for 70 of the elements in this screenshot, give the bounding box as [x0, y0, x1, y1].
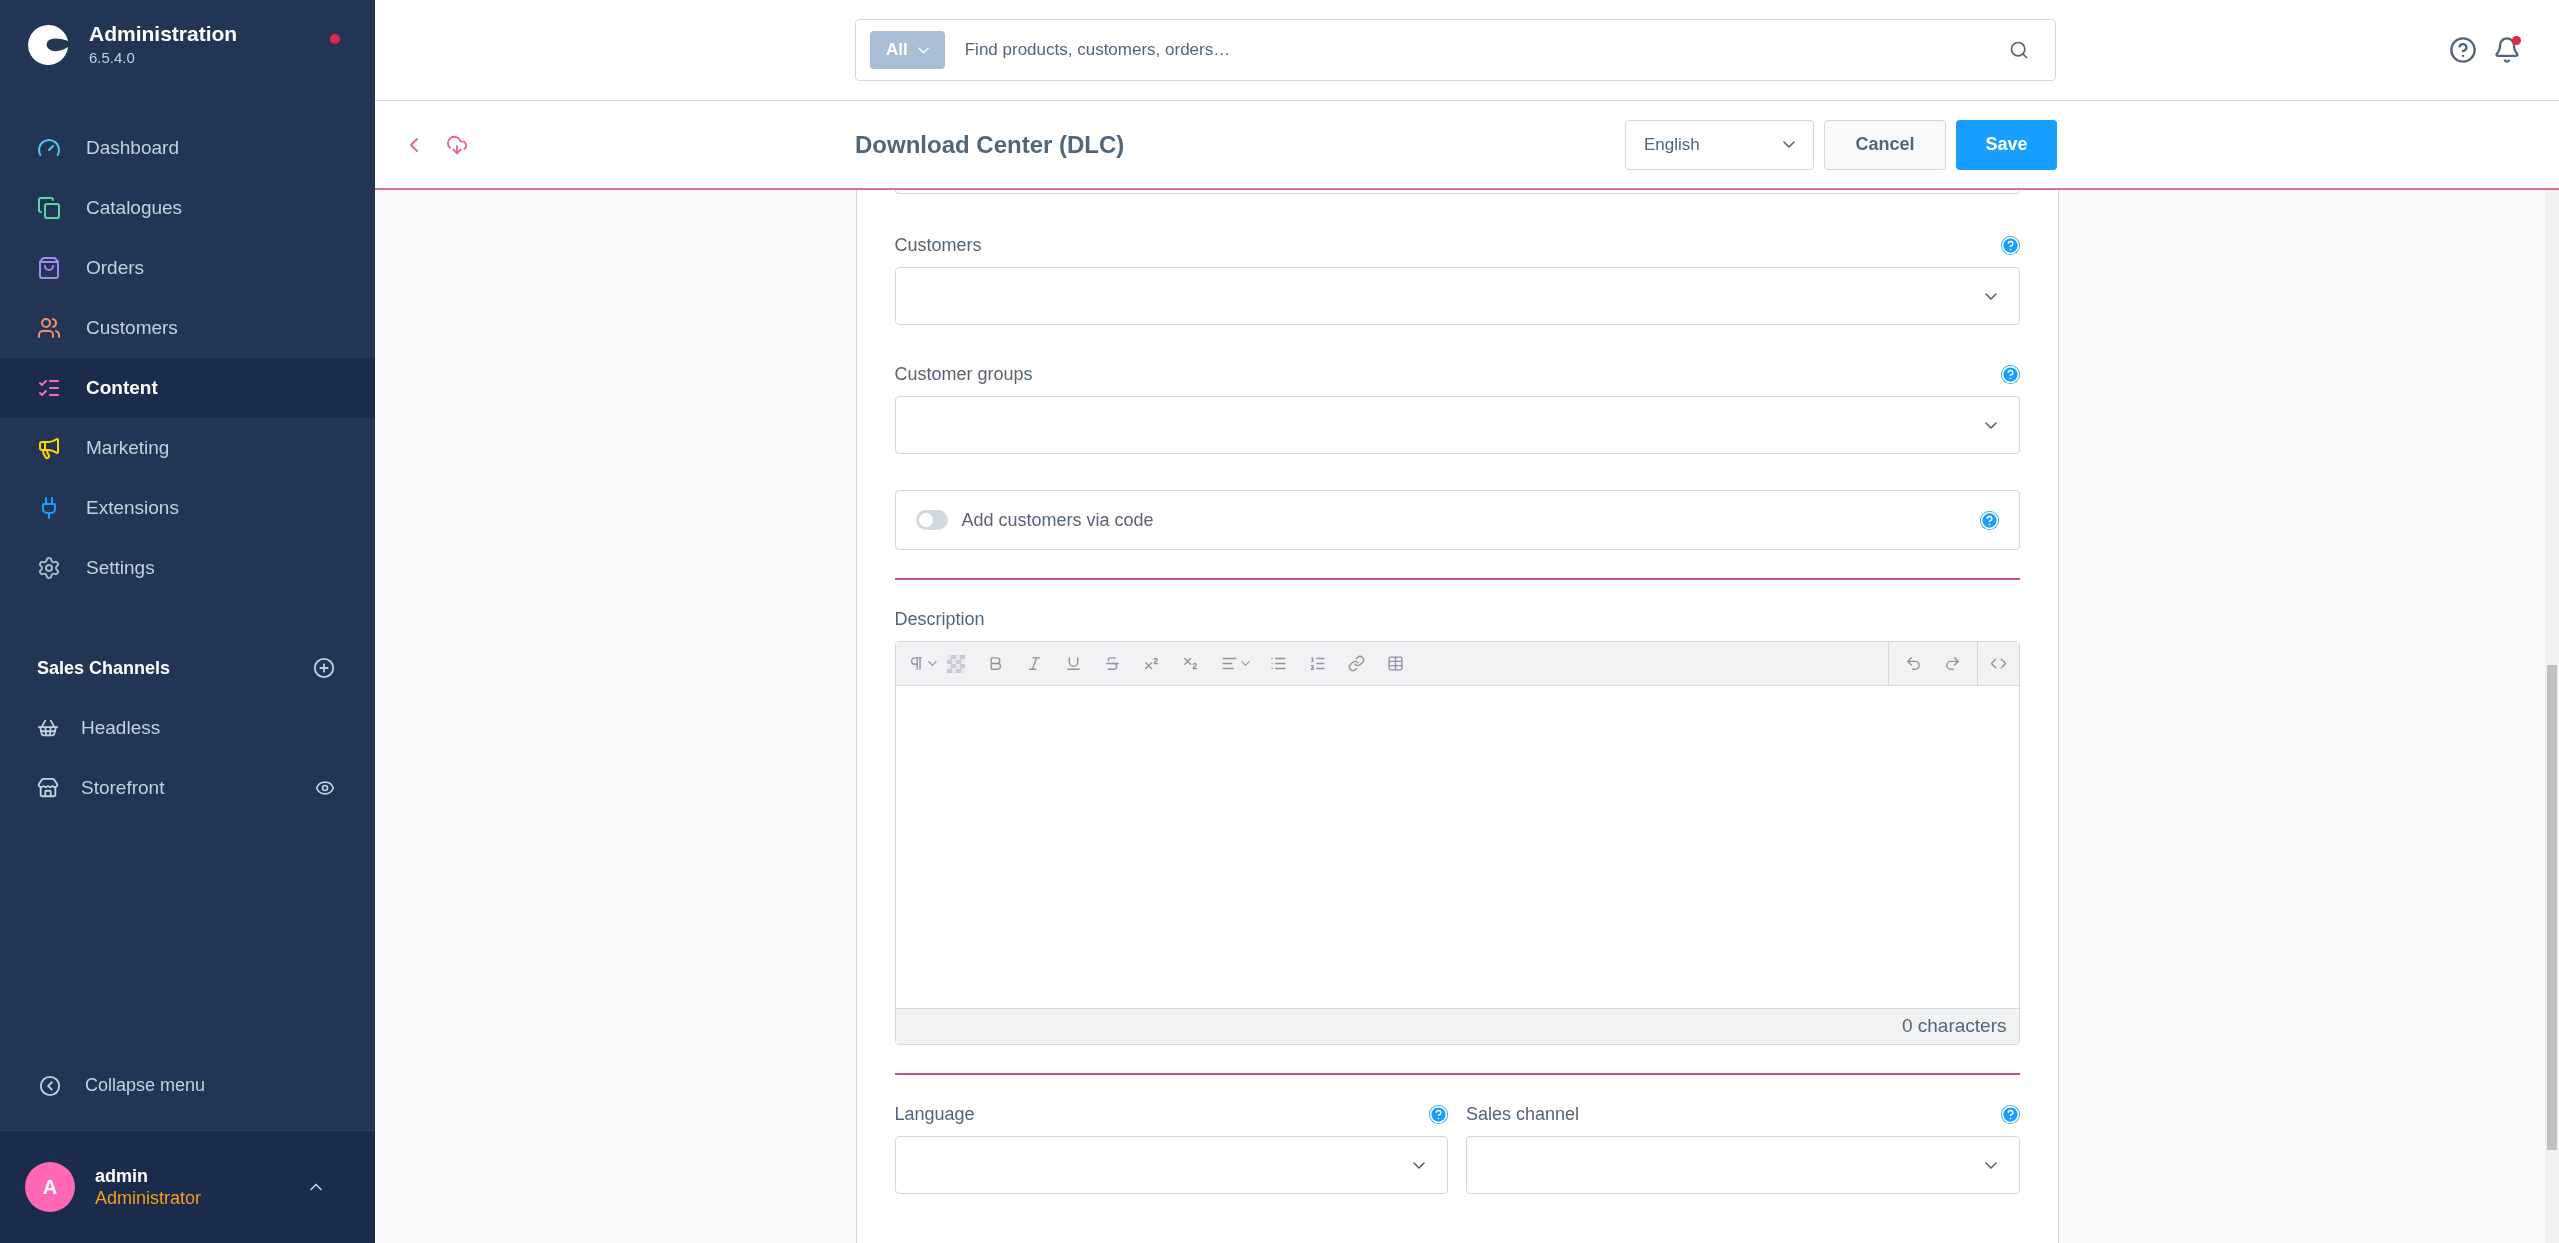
select-field[interactable]: [894, 1136, 1448, 1194]
nav-item[interactable]: Extensions: [0, 478, 375, 538]
bag-icon: [37, 256, 61, 280]
toggle-label: Add customers via code: [961, 508, 1155, 532]
nav-item[interactable]: Customers: [0, 298, 375, 358]
store-icon: [37, 777, 59, 799]
version-text: 6.5.4.0: [89, 47, 136, 68]
cancel-button[interactable]: Cancel: [1824, 119, 1946, 170]
underline-icon[interactable]: [1064, 655, 1082, 672]
field-label: Customers: [894, 234, 982, 257]
cloud-download-icon: [446, 133, 468, 156]
checkerboard-icon[interactable]: [946, 654, 965, 673]
bell-icon[interactable]: [2493, 36, 2521, 64]
text-editor[interactable]: 0 characters: [894, 641, 2020, 1045]
character-count: 0 characters: [1901, 1014, 2007, 1039]
nav-item[interactable]: Catalogues: [0, 178, 375, 238]
chevron-down-icon: [1984, 1161, 1997, 1169]
user-name: admin: [95, 1164, 149, 1187]
chevron-down-icon: [1413, 1161, 1425, 1169]
superscript-icon[interactable]: [1142, 655, 1160, 672]
add-icon[interactable]: [313, 657, 335, 679]
bullet-list-icon[interactable]: [1269, 655, 1287, 672]
section-title: Sales Channels: [37, 656, 171, 680]
users-icon: [37, 316, 61, 340]
user-panel[interactable]: A admin Administrator: [0, 1131, 375, 1243]
sales-channel-item[interactable]: Headless: [0, 698, 375, 758]
redo-icon[interactable]: [1943, 655, 1961, 672]
table-icon[interactable]: [1386, 655, 1404, 672]
undo-icon[interactable]: [1904, 655, 1922, 672]
chevron-down-icon: [917, 46, 929, 54]
scrollbar[interactable]: [2545, 190, 2559, 1243]
nav-item[interactable]: Dashboard: [0, 118, 375, 178]
avatar: A: [25, 1162, 75, 1212]
logo-icon: [27, 24, 69, 66]
settings-icon: [37, 556, 61, 580]
eye-icon[interactable]: [315, 778, 335, 798]
toggle-switch[interactable]: [915, 510, 948, 530]
megaphone-icon: [37, 436, 61, 460]
language-select[interactable]: English: [1625, 119, 1814, 170]
numbered-list-icon[interactable]: [1308, 655, 1326, 672]
page-title: Download Center (DLC): [855, 129, 1126, 160]
field-label: Description: [894, 608, 985, 631]
chevron-left-icon: [39, 1074, 61, 1097]
chevron-down-icon: [1984, 421, 1997, 429]
nav-item[interactable]: Content: [0, 358, 375, 418]
select-field[interactable]: [894, 396, 2020, 454]
sales-channel-item[interactable]: Storefront: [0, 758, 375, 818]
copy-icon: [37, 196, 61, 220]
search-field[interactable]: All Find products, customers, orders…: [855, 19, 2056, 81]
user-role: Administrator: [95, 1187, 203, 1210]
chevron-down-icon: [1783, 141, 1795, 148]
link-icon[interactable]: [1347, 655, 1365, 672]
search-icon[interactable]: [2009, 40, 2029, 60]
nav-item[interactable]: Orders: [0, 238, 375, 298]
select-field[interactable]: [1466, 1136, 2020, 1194]
chevron-down-icon[interactable]: [1240, 661, 1250, 666]
nav-item[interactable]: Marketing: [0, 418, 375, 478]
help-icon[interactable]: [2449, 36, 2477, 64]
align-left-icon[interactable]: [1220, 655, 1238, 672]
field-label: Customer groups: [894, 363, 1033, 386]
strikethrough-icon[interactable]: [1103, 655, 1121, 672]
chevron-down-icon[interactable]: [927, 661, 937, 666]
field-label: Sales channel: [1466, 1103, 1580, 1126]
chevron-down-icon: [1984, 292, 1997, 300]
nav-item[interactable]: Settings: [0, 538, 375, 598]
app-title: Administration: [89, 20, 239, 47]
select-field[interactable]: [894, 267, 2020, 325]
basket-icon: [37, 717, 59, 739]
field-label: Language: [894, 1103, 975, 1126]
subscript-icon[interactable]: [1181, 655, 1199, 672]
